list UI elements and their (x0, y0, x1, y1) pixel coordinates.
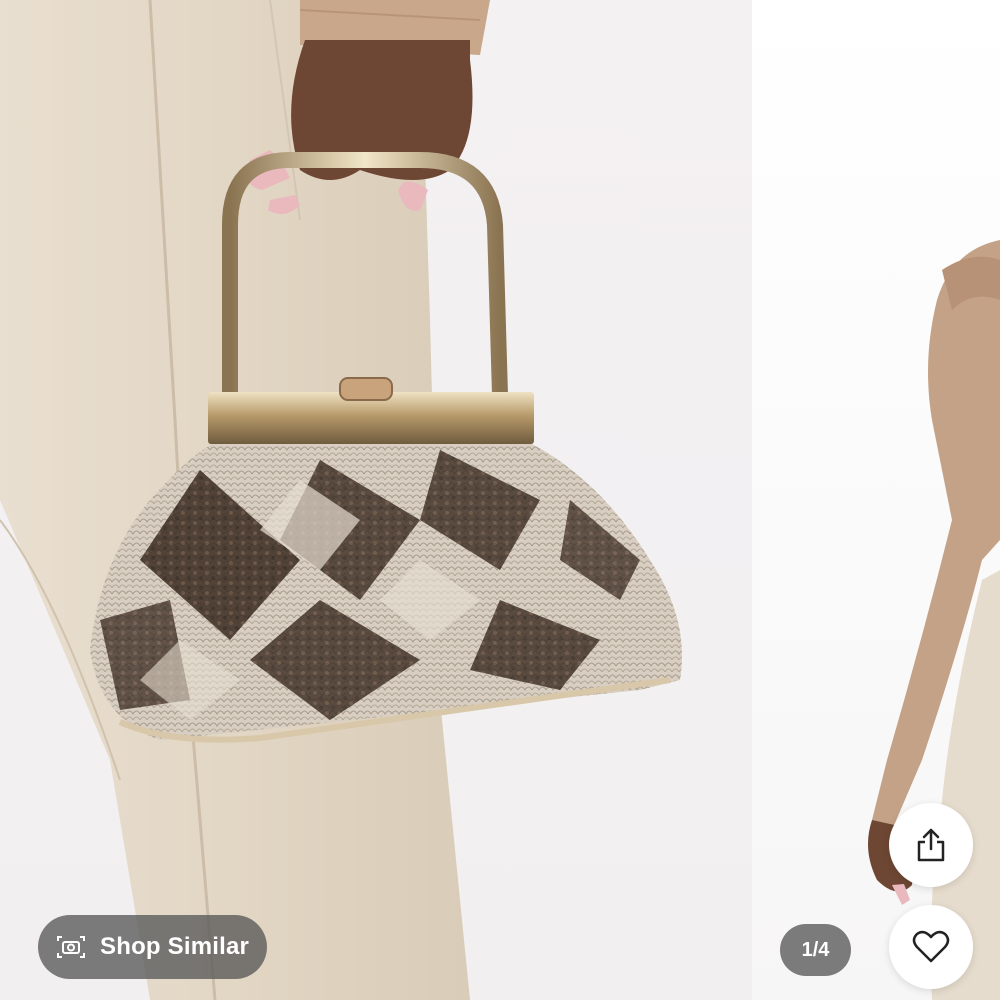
share-icon (916, 827, 946, 863)
shop-similar-button[interactable]: Shop Similar (38, 915, 267, 979)
image-counter: 1/4 (780, 924, 851, 976)
heart-icon (912, 930, 950, 964)
favorite-button[interactable] (889, 905, 973, 989)
product-image-gallery[interactable] (0, 0, 1000, 1000)
shop-similar-label: Shop Similar (100, 933, 250, 960)
handbag-illustration (0, 0, 682, 1000)
image-counter-label: 1/4 (801, 938, 830, 961)
product-photo-handbag[interactable] (0, 0, 752, 1000)
camera-icon (56, 935, 86, 959)
share-button[interactable] (889, 803, 973, 887)
